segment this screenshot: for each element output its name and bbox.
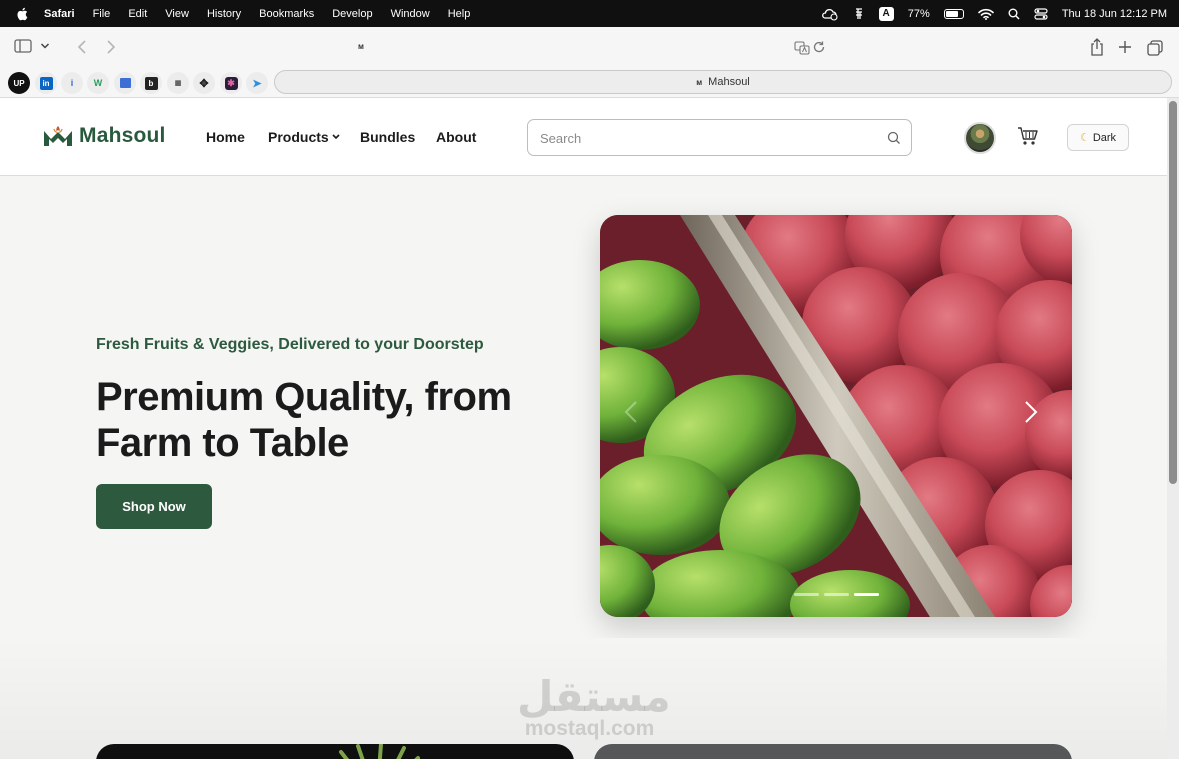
- menu-bookmarks[interactable]: Bookmarks: [259, 8, 314, 20]
- battery-icon[interactable]: [943, 7, 964, 21]
- send-favicon-icon[interactable]: ➤: [246, 72, 268, 94]
- tab-group-chevron-icon[interactable]: [40, 42, 50, 50]
- hero-carousel[interactable]: [600, 215, 1072, 617]
- brand-name: Mahsoul: [79, 124, 166, 147]
- carousel-next-icon[interactable]: [1024, 400, 1048, 432]
- share-icon[interactable]: [1089, 38, 1105, 56]
- new-tab-icon[interactable]: [1118, 40, 1132, 54]
- site-logo[interactable]: Mahsoul: [43, 124, 166, 148]
- flag-favicon-icon[interactable]: [114, 72, 136, 94]
- watermark-latin: mostaql.com: [524, 717, 655, 740]
- battery-percent: 77%: [907, 7, 930, 20]
- page-scrollbar[interactable]: [1167, 98, 1179, 759]
- carousel-dot[interactable]: [794, 593, 819, 596]
- sidebar-toggle-icon[interactable]: [14, 39, 32, 53]
- chevron-down-icon: [332, 134, 340, 140]
- menu-view[interactable]: View: [165, 8, 189, 20]
- app-status-icon[interactable]: [853, 7, 865, 21]
- mahsoul-logo-icon: [44, 126, 72, 146]
- nav-products[interactable]: Products: [268, 129, 340, 145]
- menu-history[interactable]: History: [207, 8, 241, 20]
- back-icon[interactable]: [77, 39, 87, 55]
- carousel-indicators: [794, 593, 879, 596]
- watermark: مستقل mostaql.com: [517, 672, 671, 740]
- moon-icon: ☾: [1079, 132, 1090, 144]
- site-header: Mahsoul Home Products Bundles About ☾ Da…: [0, 98, 1167, 176]
- menu-window[interactable]: Window: [391, 8, 430, 20]
- nav-home[interactable]: Home: [206, 129, 245, 145]
- hero-subtitle: Fresh Fruits & Veggies, Delivered to you…: [96, 336, 484, 353]
- arrows-favicon-icon[interactable]: ✥: [193, 72, 215, 94]
- linkedin-favicon-icon[interactable]: in: [35, 72, 57, 94]
- browser-toolbar: ᴍ: [0, 27, 1179, 69]
- menu-extras: A 77% Thu 18 Jun 12:12 PM: [821, 0, 1167, 27]
- menu-help[interactable]: Help: [448, 8, 471, 20]
- shop-now-button[interactable]: Shop Now: [96, 484, 212, 529]
- active-tab[interactable]: ᴍ Mahsoul: [274, 70, 1172, 94]
- cloud-sync-icon[interactable]: [821, 7, 839, 21]
- tab-overview-icon[interactable]: [1147, 40, 1163, 56]
- favorites-bar: UP in i W b ▦ ✥ ✱ ➤ ᴍ Mahsoul: [0, 69, 1179, 98]
- search-input[interactable]: [540, 128, 870, 148]
- tab-favicon-icon: ᴍ: [696, 77, 703, 87]
- menu-develop[interactable]: Develop: [332, 8, 372, 20]
- carousel-image: [600, 215, 1072, 617]
- site-favicon-icon: ᴍ: [358, 42, 364, 51]
- category-card-pineapple[interactable]: [96, 744, 574, 759]
- carousel-prev-icon[interactable]: [624, 400, 648, 432]
- search-icon[interactable]: [887, 131, 901, 150]
- nav-products-label: Products: [268, 129, 329, 145]
- apple-menu-icon[interactable]: [14, 6, 30, 22]
- menu-edit[interactable]: Edit: [128, 8, 147, 20]
- dark-mode-toggle[interactable]: ☾ Dark: [1067, 124, 1129, 151]
- hero-title: Premium Quality, from Farm to Table: [96, 375, 512, 465]
- carousel-dot[interactable]: [824, 593, 849, 596]
- menu-clock[interactable]: Thu 18 Jun 12:12 PM: [1062, 8, 1167, 20]
- grid-favicon-icon[interactable]: ▦: [167, 72, 189, 94]
- info-favicon-icon[interactable]: i: [61, 72, 83, 94]
- control-center-icon[interactable]: [1034, 7, 1048, 21]
- b-favicon-icon[interactable]: b: [140, 72, 162, 94]
- user-avatar[interactable]: [964, 122, 996, 154]
- macos-menu-bar: Safari File Edit View History Bookmarks …: [0, 0, 1179, 27]
- w-favicon-icon[interactable]: W: [87, 72, 109, 94]
- address-bar[interactable]: ᴍ: [350, 34, 836, 62]
- category-card-second[interactable]: [594, 744, 1072, 759]
- dark-mode-label: Dark: [1092, 131, 1117, 144]
- input-source-icon[interactable]: A: [878, 6, 894, 21]
- nav-about[interactable]: About: [436, 129, 476, 145]
- carousel-dot[interactable]: [854, 593, 879, 596]
- forward-icon[interactable]: [106, 39, 116, 55]
- reload-icon[interactable]: [812, 40, 826, 59]
- search-box: [527, 119, 912, 156]
- wifi-icon[interactable]: [978, 7, 994, 21]
- spotlight-search-icon[interactable]: [1008, 7, 1020, 21]
- cart-icon[interactable]: [1017, 126, 1039, 151]
- figma-favicon-icon[interactable]: ✱: [220, 72, 242, 94]
- menu-app-name[interactable]: Safari: [44, 8, 75, 20]
- scrollbar-thumb[interactable]: [1169, 101, 1177, 484]
- menu-file[interactable]: File: [93, 8, 111, 20]
- web-page: Mahsoul Home Products Bundles About ☾ Da…: [0, 98, 1167, 759]
- pineapple-leaves-image: [339, 744, 420, 759]
- tab-title: Mahsoul: [708, 76, 750, 88]
- translate-icon[interactable]: [794, 41, 810, 60]
- upwork-favicon-icon[interactable]: UP: [8, 72, 30, 94]
- nav-bundles[interactable]: Bundles: [360, 129, 415, 145]
- watermark-arabic: مستقل: [517, 672, 671, 721]
